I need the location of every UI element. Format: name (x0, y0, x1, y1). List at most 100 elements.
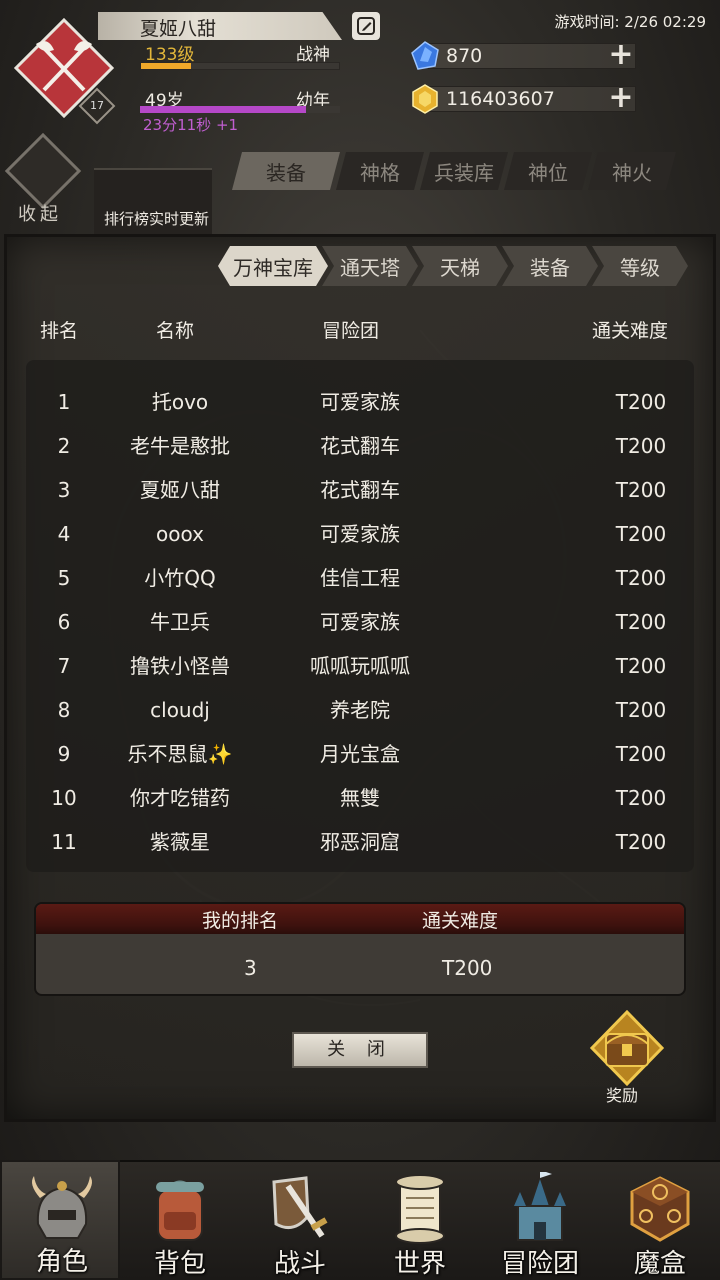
difficulty-cell: T200 (615, 654, 667, 678)
difficulty-cell: T200 (615, 434, 667, 458)
tab-pantheon-vault[interactable]: 万神宝库 (218, 246, 328, 286)
nav-label-world: 世界 (393, 1249, 446, 1279)
tab-sky-tower[interactable]: 通天塔 (322, 246, 418, 286)
player-name: 夏姬八甜 (140, 18, 217, 40)
player-name-cell: 你才吃错药 (130, 786, 230, 810)
nav-character[interactable]: 角色 (0, 1160, 120, 1280)
magic-cube-icon (630, 1176, 690, 1242)
my-rank-box: 我的排名 通关难度 3 T200 (34, 902, 686, 996)
nav-world[interactable]: 世界 (360, 1160, 480, 1280)
team-cell: 可爱家族 (320, 390, 400, 414)
helmet-icon (32, 1176, 92, 1239)
team-cell: 花式翻车 (320, 478, 400, 502)
ranking-list[interactable]: 1 托ovo 可爱家族 T200 2 老牛是憨批 花式翻车 T200 3 夏姬八甜 花式翻车 T200… (26, 360, 694, 872)
table-row[interactable]: 4 ooox 可爱家族 T200 (26, 512, 694, 556)
column-difficulty: 通关难度 (592, 320, 669, 342)
player-name-cell: 牛卫兵 (150, 610, 210, 634)
my-difficulty-label: 通关难度 (422, 910, 499, 932)
table-row[interactable]: 11 紫薇星 邪恶洞窟 T200 (26, 820, 694, 864)
team-cell: 花式翻车 (320, 434, 400, 458)
difficulty-cell: T200 (615, 522, 667, 546)
rank-cell: 3 (57, 478, 71, 502)
tab-gear[interactable]: 装备 (502, 246, 598, 286)
my-rank-value: 3 (244, 956, 257, 980)
player-name-cell: 紫薇星 (150, 830, 210, 854)
tab-god-grid[interactable]: 神格 (336, 152, 424, 190)
rank-cell: 2 (57, 434, 71, 458)
nav-guild[interactable]: 冒险团 (480, 1160, 600, 1280)
table-row[interactable]: 3 夏姬八甜 花式翻车 T200 (26, 468, 694, 512)
nav-label-battle: 战斗 (273, 1249, 326, 1279)
tab-equipment[interactable]: 装备 (232, 152, 340, 190)
reward-label[interactable]: 奖励 (606, 1082, 638, 1106)
gem-count: 870 (446, 45, 483, 67)
tab-level[interactable]: 等级 (592, 246, 688, 286)
edit-name-button[interactable] (352, 12, 380, 40)
tab-god-rank[interactable]: 神位 (504, 152, 592, 190)
difficulty-cell: T200 (615, 830, 667, 854)
table-row[interactable]: 7 撸铁小怪兽 呱呱玩呱呱 T200 (26, 644, 694, 688)
difficulty-cell: T200 (615, 566, 667, 590)
rank-cell: 10 (51, 786, 77, 810)
player-name-cell: 小竹QQ (144, 566, 216, 590)
column-name: 名称 (156, 320, 195, 342)
column-team: 冒险团 (322, 320, 380, 342)
rank-cell: 9 (57, 742, 71, 766)
team-cell: 無雙 (340, 786, 380, 810)
difficulty-cell: T200 (615, 390, 667, 414)
table-row[interactable]: 2 老牛是憨批 花式翻车 T200 (26, 424, 694, 468)
table-row[interactable]: 1 托ovo 可爱家族 T200 (26, 380, 694, 424)
player-name-cell: 老牛是憨批 (130, 434, 230, 458)
nav-label-character: 角色 (35, 1247, 88, 1277)
my-rank-header (36, 904, 684, 934)
player-name-cell: 夏姬八甜 (140, 478, 220, 502)
add-gems-button[interactable]: + (608, 40, 634, 70)
table-row[interactable]: 6 牛卫兵 可爱家族 T200 (26, 600, 694, 644)
nav-battle[interactable]: 战斗 (240, 1160, 360, 1280)
table-row[interactable]: 10 你才吃错药 無雙 T200 (26, 776, 694, 820)
game-time: 游戏时间: 2/26 02:29 (554, 13, 706, 31)
tab-god-fire[interactable]: 神火 (588, 152, 676, 190)
team-cell: 月光宝盒 (320, 742, 400, 766)
my-rank-label: 我的排名 (202, 910, 279, 932)
age-timer: 23分11秒 +1 (143, 116, 239, 134)
team-cell: 养老院 (330, 698, 390, 722)
close-button[interactable]: 关 闭 (292, 1032, 428, 1068)
castle-icon (514, 1172, 566, 1241)
tab-ladder[interactable]: 天梯 (412, 246, 508, 286)
backpack-icon (156, 1180, 204, 1241)
player-name-cell: 撸铁小怪兽 (130, 654, 230, 678)
player-name-cell: 托ovo (151, 390, 209, 414)
difficulty-cell: T200 (615, 742, 667, 766)
rank-cell: 4 (57, 522, 71, 546)
collapse-label[interactable]: 收起 (18, 200, 62, 226)
team-cell: 可爱家族 (320, 522, 400, 546)
scroll-map-icon (395, 1174, 445, 1244)
nav-magic-box[interactable]: 魔盒 (600, 1160, 720, 1280)
table-row[interactable]: 8 cloudj 养老院 T200 (26, 688, 694, 732)
rank-cell: 5 (57, 566, 71, 590)
gold-count: 116403607 (446, 88, 555, 110)
table-row[interactable]: 5 小竹QQ 佳信工程 T200 (26, 556, 694, 600)
leaderboard-tabs: 万神宝库 通天塔 天梯 装备 等级 (218, 246, 682, 286)
rank-cell: 6 (57, 610, 71, 634)
player-name-cell: ooox (156, 522, 204, 546)
team-cell: 可爱家族 (320, 610, 400, 634)
top-tabs: 装备 神格 兵装库 神位 神火 (232, 152, 672, 190)
my-difficulty-value: T200 (442, 956, 493, 980)
edit-icon (357, 17, 375, 35)
rank-cell: 1 (57, 390, 71, 414)
sword-shield-icon (272, 1176, 328, 1238)
difficulty-cell: T200 (615, 786, 667, 810)
level-progress-bar (140, 62, 340, 70)
tab-armory[interactable]: 兵装库 (420, 152, 508, 190)
difficulty-cell: T200 (615, 698, 667, 722)
team-cell: 佳信工程 (320, 566, 400, 590)
table-row[interactable]: 9 乐不思鼠✨ 月光宝盒 T200 (26, 732, 694, 776)
name-banner (98, 12, 342, 40)
team-cell: 呱呱玩呱呱 (310, 654, 410, 678)
add-gold-button[interactable]: + (608, 83, 634, 113)
nav-backpack[interactable]: 背包 (120, 1160, 240, 1280)
age-progress-fill (140, 106, 306, 113)
rank-cell: 11 (51, 830, 77, 854)
